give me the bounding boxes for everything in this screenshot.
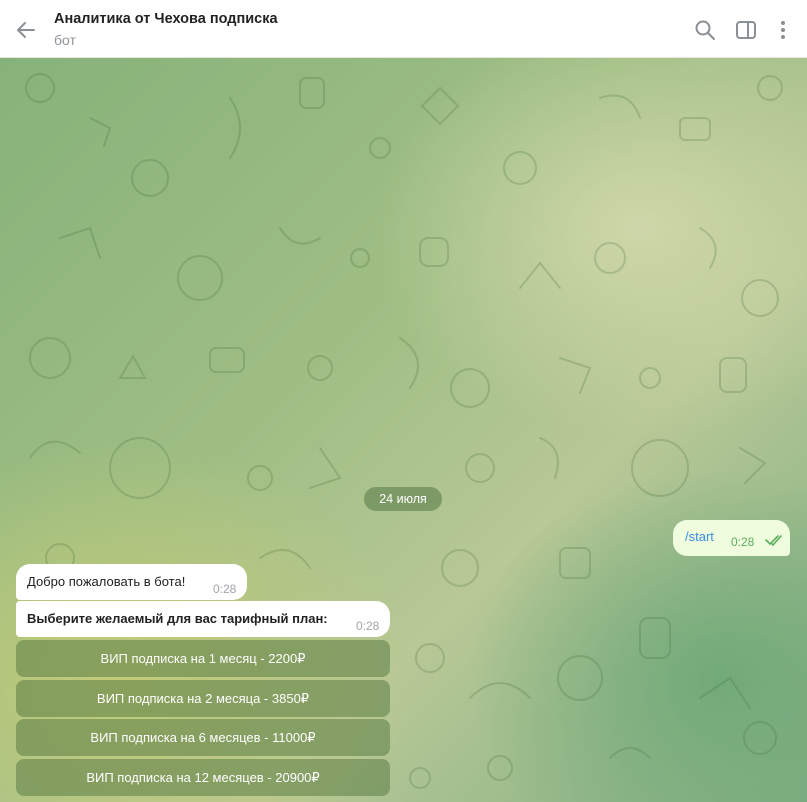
- chat-area[interactable]: 24 июля /start 0:28 Добро пожаловать в б…: [0, 58, 807, 802]
- message-text: Добро пожаловать в бота!: [27, 574, 186, 589]
- plan-button-1-month[interactable]: ВИП подписка на 1 месяц - 2200₽: [16, 640, 390, 677]
- incoming-message[interactable]: Добро пожаловать в бота! 0:28: [16, 564, 247, 600]
- message-time: 0:28: [213, 582, 237, 596]
- message-text[interactable]: /start: [685, 529, 714, 544]
- plan-button-2-months[interactable]: ВИП подписка на 2 месяца - 3850₽: [16, 680, 390, 717]
- message-text: Выберите желаемый для вас тарифный план:: [27, 611, 328, 626]
- double-check-icon: [765, 535, 782, 546]
- incoming-message[interactable]: Выберите желаемый для вас тарифный план:…: [16, 601, 390, 637]
- chat-subtitle: бот: [54, 32, 76, 48]
- plan-button-12-months[interactable]: ВИП подписка на 12 месяцев - 20900₽: [16, 759, 390, 796]
- chat-title[interactable]: Аналитика от Чехова подписка: [54, 11, 278, 27]
- message-time: 0:28: [356, 619, 380, 633]
- search-icon[interactable]: [694, 19, 716, 41]
- date-separator: 24 июля: [364, 487, 442, 511]
- message-time: 0:28: [731, 535, 755, 549]
- outgoing-message[interactable]: /start 0:28: [673, 520, 790, 556]
- plan-button-6-months[interactable]: ВИП подписка на 6 месяцев - 11000₽: [16, 719, 390, 756]
- more-vertical-icon[interactable]: [772, 19, 794, 41]
- sidebar-toggle-icon[interactable]: [735, 19, 757, 41]
- chat-header: Аналитика от Чехова подписка бот: [0, 0, 807, 58]
- arrow-left-icon[interactable]: [14, 18, 38, 42]
